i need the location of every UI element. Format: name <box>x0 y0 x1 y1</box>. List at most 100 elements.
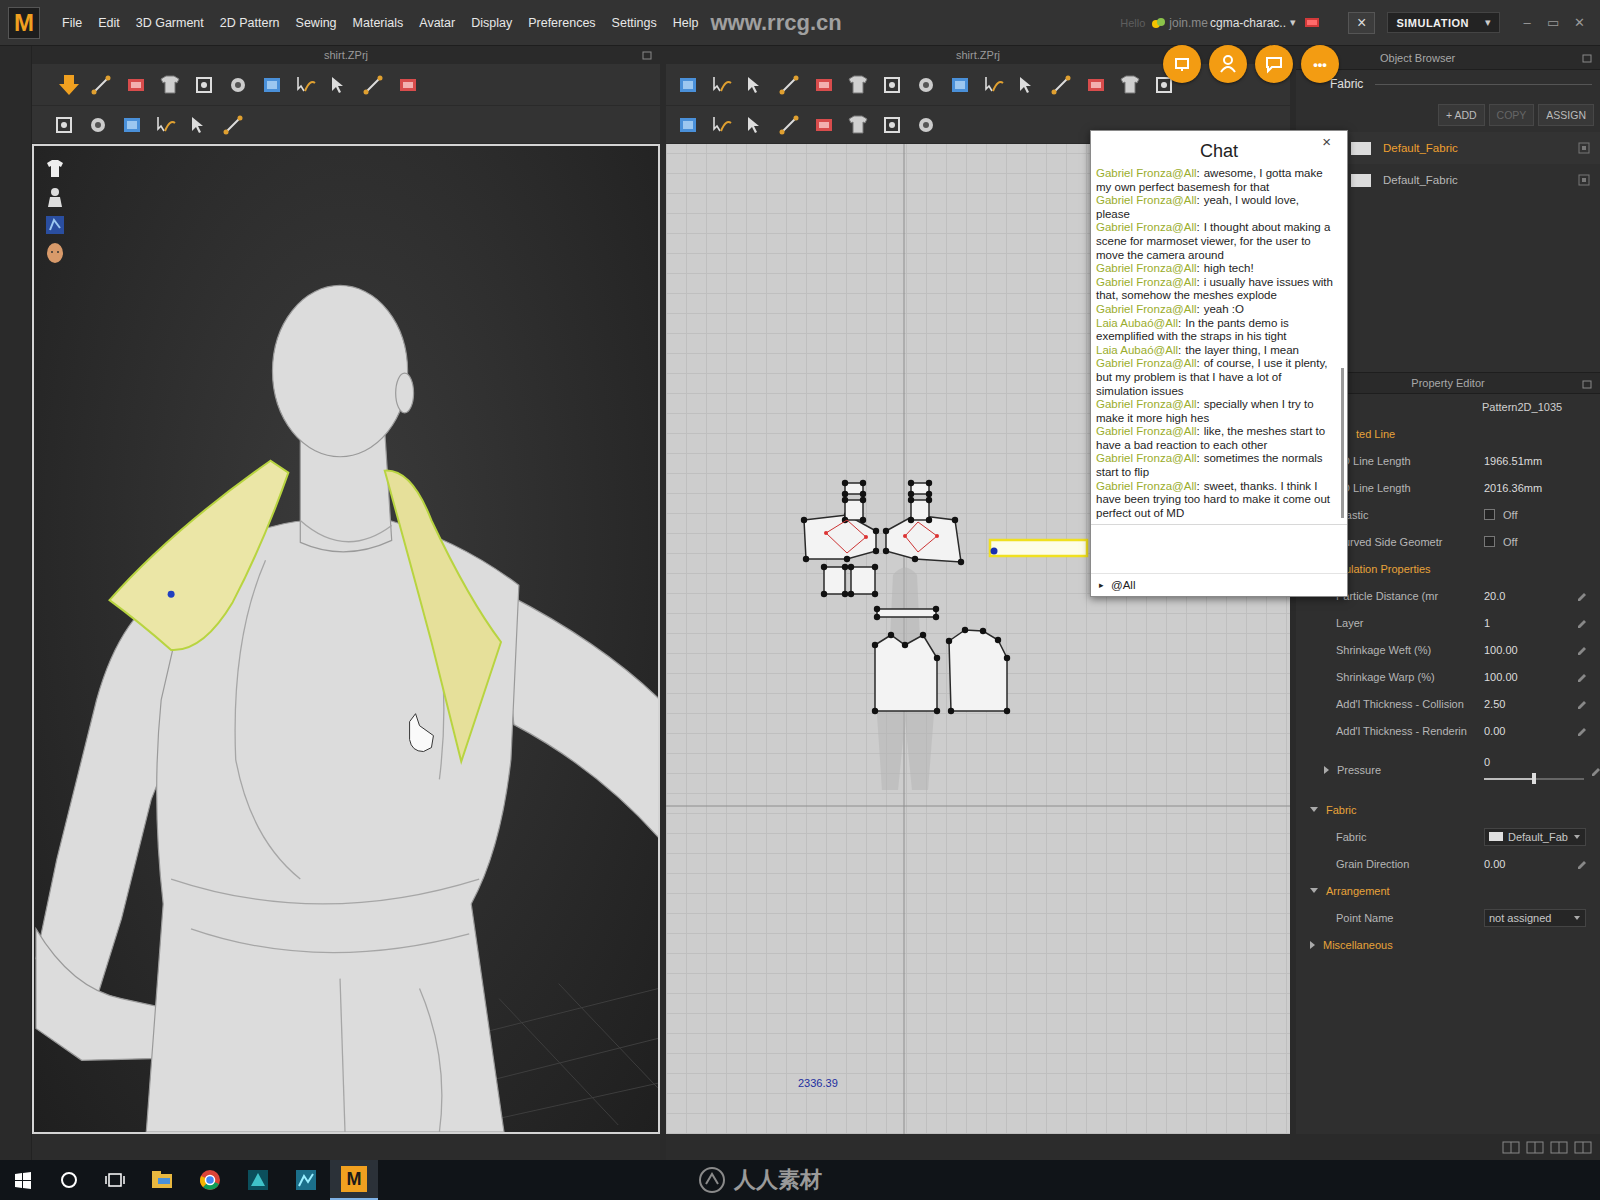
edit-icon[interactable] <box>1570 643 1594 656</box>
joinme-icon[interactable] <box>1151 16 1166 30</box>
menu-item[interactable]: Preferences <box>520 16 603 30</box>
tool-icon[interactable] <box>676 73 702 97</box>
menu-item[interactable]: Sewing <box>288 16 345 30</box>
tool-icon[interactable] <box>982 73 1008 97</box>
property-section[interactable]: Fabric <box>1296 796 1600 823</box>
avatar-icon[interactable] <box>44 186 66 208</box>
menu-item[interactable]: Display <box>463 16 520 30</box>
edit-icon[interactable] <box>1570 589 1594 602</box>
search-icon[interactable] <box>60 1171 78 1189</box>
message-author[interactable]: Laia Aubaó@All <box>1096 344 1178 356</box>
tool-icon[interactable] <box>328 73 354 97</box>
property-value[interactable]: 0.00 <box>1484 858 1570 870</box>
tool-icon[interactable] <box>744 73 770 97</box>
head-icon[interactable] <box>44 242 66 264</box>
edit-icon[interactable] <box>1570 670 1594 683</box>
tool-icon[interactable] <box>158 73 184 97</box>
section-title[interactable]: Miscellaneous <box>1323 939 1393 951</box>
message-author[interactable]: Laia Aubaó@All <box>1096 317 1178 329</box>
message-author[interactable]: Gabriel Fronza@All <box>1096 480 1197 492</box>
dropdown-value[interactable]: Default_Fab <box>1508 831 1568 843</box>
tool-icon[interactable] <box>56 73 82 97</box>
expand-arrow[interactable] <box>1310 807 1318 812</box>
tool-icon[interactable] <box>188 113 214 137</box>
edit-icon[interactable] <box>1570 697 1594 710</box>
app-icon[interactable] <box>246 1168 270 1192</box>
maximize-icon[interactable] <box>1582 52 1592 64</box>
menu-item[interactable]: Settings <box>604 16 665 30</box>
dropdown[interactable]: not assigned <box>1484 909 1586 927</box>
tool-icon[interactable] <box>124 73 150 97</box>
property-section[interactable]: Arrangement <box>1296 877 1600 904</box>
tool-icon[interactable] <box>226 73 252 97</box>
edit-icon[interactable] <box>1584 764 1600 777</box>
maximize-icon[interactable] <box>1582 378 1592 390</box>
layout-icon[interactable] <box>1502 1140 1520 1155</box>
section-title[interactable]: ted Line <box>1356 428 1395 440</box>
tool-icon[interactable] <box>710 73 736 97</box>
window-control[interactable]: – <box>1514 15 1540 30</box>
layout-icon[interactable] <box>1550 1140 1568 1155</box>
action-button[interactable]: + ADD <box>1438 104 1485 126</box>
pressure-slider[interactable] <box>1484 778 1584 780</box>
slider-thumb[interactable] <box>1532 773 1536 784</box>
tool-icon[interactable] <box>1050 73 1076 97</box>
menu-item[interactable]: File <box>54 16 90 30</box>
property-value[interactable]: 0.00 <box>1484 725 1570 737</box>
menu-item[interactable]: 2D Pattern <box>212 16 288 30</box>
windows-icon[interactable] <box>14 1171 32 1190</box>
message-author[interactable]: Gabriel Fronza@All <box>1096 452 1197 464</box>
tool-icon[interactable] <box>1084 73 1110 97</box>
chat-icon[interactable] <box>1263 53 1285 75</box>
action-button[interactable]: ASSIGN <box>1538 104 1594 126</box>
tool-icon[interactable] <box>222 113 248 137</box>
edit-icon[interactable] <box>1570 857 1594 870</box>
tool-icon[interactable] <box>86 113 112 137</box>
tool-icon[interactable] <box>812 73 838 97</box>
session-dropdown[interactable]: ▾ <box>1290 16 1296 29</box>
maximize-icon[interactable] <box>642 49 652 61</box>
recipient-arrow[interactable]: ▸ <box>1099 580 1104 590</box>
tool-icon[interactable] <box>154 113 180 137</box>
garment-icon[interactable] <box>44 158 66 180</box>
menu-item[interactable]: 3D Garment <box>128 16 212 30</box>
message-author[interactable]: Gabriel Fronza@All <box>1096 425 1197 437</box>
checkbox[interactable] <box>1484 536 1495 547</box>
dropdown-arrow-icon[interactable] <box>1573 914 1581 922</box>
message-author[interactable]: Gabriel Fronza@All <box>1096 221 1197 233</box>
tool-icon[interactable] <box>52 113 78 137</box>
close-session-button[interactable]: × <box>1348 12 1375 34</box>
edit-icon[interactable] <box>1570 616 1594 629</box>
tool-icon[interactable] <box>710 113 736 137</box>
mode-selector[interactable]: SIMULATION ▾ <box>1387 12 1500 33</box>
tool-icon[interactable] <box>778 113 804 137</box>
tool-icon[interactable] <box>744 113 770 137</box>
tool-icon[interactable] <box>294 73 320 97</box>
recipient-label[interactable]: @All <box>1111 579 1135 591</box>
chat-input[interactable] <box>1091 524 1347 574</box>
layout-icon[interactable] <box>1574 1140 1592 1155</box>
more-label[interactable]: ••• <box>1313 57 1327 72</box>
fabric-options-icon[interactable] <box>1578 142 1590 154</box>
expand-arrow[interactable] <box>1324 766 1329 774</box>
participants-icon[interactable] <box>1217 53 1239 75</box>
mode-label[interactable]: SIMULATION <box>1396 17 1469 29</box>
app-logo[interactable]: M <box>8 7 40 39</box>
layout-icon[interactable] <box>1526 1140 1544 1155</box>
menu-item[interactable]: Materials <box>345 16 412 30</box>
menu-item[interactable]: Avatar <box>411 16 463 30</box>
property-section[interactable]: Miscellaneous <box>1296 931 1600 958</box>
chrome-icon[interactable] <box>198 1168 222 1192</box>
window-control[interactable]: ✕ <box>1566 15 1592 30</box>
message-author[interactable]: Gabriel Fronza@All <box>1096 167 1197 179</box>
session-title[interactable]: cgma-charac.. <box>1210 16 1286 30</box>
mode-arrow[interactable]: ▾ <box>1485 16 1491 29</box>
fabric-name[interactable]: Default_Fabric <box>1383 174 1458 186</box>
tool-icon[interactable] <box>812 113 838 137</box>
message-author[interactable]: Gabriel Fronza@All <box>1096 303 1197 315</box>
message-author[interactable]: Gabriel Fronza@All <box>1096 398 1197 410</box>
tool-icon[interactable] <box>914 113 940 137</box>
edit-icon[interactable] <box>1570 724 1594 737</box>
task-view-icon[interactable] <box>105 1171 125 1189</box>
tool-icon[interactable] <box>948 73 974 97</box>
